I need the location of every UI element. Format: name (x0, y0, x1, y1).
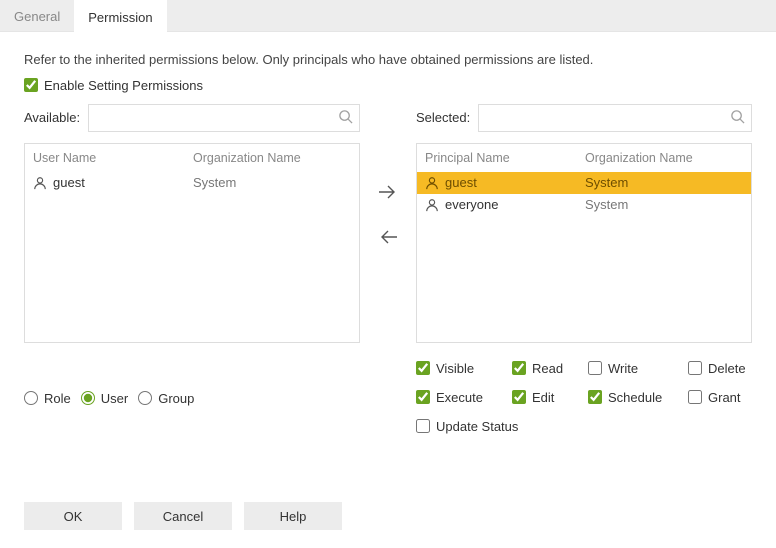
selected-label: Selected: (416, 110, 470, 125)
list-item-org: System (585, 175, 628, 190)
enable-permissions-label: Enable Setting Permissions (44, 78, 203, 93)
selected-list-header: Principal Name Organization Name (417, 144, 751, 172)
selected-list[interactable]: Principal Name Organization Name guest S… (416, 143, 752, 343)
tab-general[interactable]: General (0, 0, 74, 32)
user-icon (33, 176, 47, 190)
perm-read[interactable]: Read (512, 361, 588, 376)
perm-delete[interactable]: Delete (688, 361, 770, 376)
radio-group[interactable]: Group (138, 391, 194, 406)
tab-permission[interactable]: Permission (74, 0, 166, 32)
ok-button[interactable]: OK (24, 502, 122, 530)
hint-text: Refer to the inherited permissions below… (24, 44, 752, 78)
list-item[interactable]: guest System (417, 172, 751, 194)
list-item-name: guest (53, 175, 85, 190)
list-item[interactable]: guest System (25, 172, 359, 194)
perm-execute[interactable]: Execute (416, 390, 512, 405)
principal-type-group: Role User Group (24, 391, 360, 406)
list-item[interactable]: everyone System (417, 194, 751, 216)
available-search-input[interactable] (97, 106, 338, 130)
available-list[interactable]: User Name Organization Name guest System (24, 143, 360, 343)
radio-user[interactable]: User (81, 391, 128, 406)
search-icon (730, 109, 745, 127)
user-icon (425, 198, 439, 212)
search-icon (338, 109, 353, 127)
selected-search[interactable] (478, 104, 752, 132)
list-item-name: everyone (445, 197, 498, 212)
available-label: Available: (24, 110, 80, 125)
available-search[interactable] (88, 104, 360, 132)
user-icon (425, 176, 439, 190)
list-item-org: System (193, 175, 236, 190)
perm-visible[interactable]: Visible (416, 361, 512, 376)
move-left-button[interactable] (377, 228, 399, 249)
list-item-org: System (585, 197, 628, 212)
perm-write[interactable]: Write (588, 361, 688, 376)
available-list-header: User Name Organization Name (25, 144, 359, 172)
tab-bar: General Permission (0, 0, 776, 32)
selected-search-input[interactable] (487, 106, 730, 130)
perm-edit[interactable]: Edit (512, 390, 588, 405)
cancel-button[interactable]: Cancel (134, 502, 232, 530)
permission-checkboxes: Visible Read Write Delete Execute Edit S… (416, 361, 752, 434)
enable-permissions-checkbox[interactable] (24, 78, 38, 92)
move-right-button[interactable] (377, 183, 399, 204)
list-item-name: guest (445, 175, 477, 190)
radio-role[interactable]: Role (24, 391, 71, 406)
perm-update[interactable]: Update Status (416, 419, 588, 434)
help-button[interactable]: Help (244, 502, 342, 530)
perm-schedule[interactable]: Schedule (588, 390, 688, 405)
perm-grant[interactable]: Grant (688, 390, 770, 405)
